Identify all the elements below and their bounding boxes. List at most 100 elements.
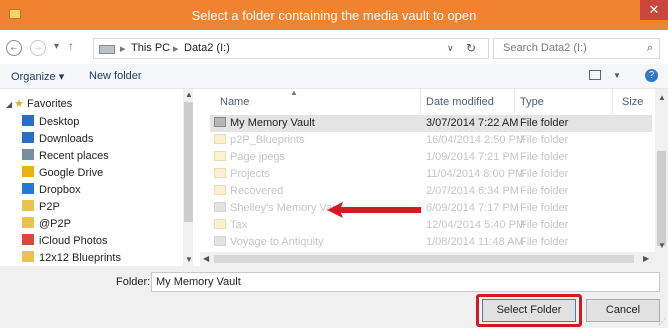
file-date: 1/08/2014 11:48 AM xyxy=(426,236,524,248)
recent-places-icon xyxy=(22,149,34,160)
file-date: 11/04/2014 8:00 PM xyxy=(426,168,525,180)
file-name: Voyage to Antiquity xyxy=(214,236,324,248)
file-row[interactable]: Page jpegs 1/09/2014 7:21 PM File folder xyxy=(210,149,652,166)
recent-locations-button[interactable]: ▾ xyxy=(54,41,59,52)
folder-icon xyxy=(214,134,226,144)
command-toolbar: Organize ▾ New folder ▼ ? xyxy=(0,64,668,89)
file-row[interactable]: Recovered 2/07/2014 6:34 PM File folder xyxy=(210,183,652,200)
breadcrumb-this-pc[interactable]: This PC xyxy=(131,42,170,54)
scroll-up-icon[interactable]: ▲ xyxy=(658,93,666,102)
expand-arrow-icon[interactable]: ◢ xyxy=(6,100,12,109)
file-name-text: p2P_Blueprints xyxy=(230,134,305,146)
column-header-date[interactable]: Date modified xyxy=(426,96,494,108)
red-highlight-box xyxy=(476,294,582,327)
file-name-text: Projects xyxy=(230,168,270,180)
file-name: Shelley's Memory Vault xyxy=(214,202,344,214)
horizontal-scroll-thumb[interactable] xyxy=(214,255,634,263)
chevron-down-icon[interactable]: ∨ xyxy=(447,43,454,54)
refresh-icon[interactable]: ↻ xyxy=(466,41,476,55)
file-name-text: My Memory Vault xyxy=(230,117,315,129)
file-name: Projects xyxy=(214,168,270,180)
up-button[interactable]: ↑ xyxy=(68,39,74,53)
file-name: Recovered xyxy=(214,185,283,197)
cancel-button[interactable]: Cancel xyxy=(586,299,660,322)
file-name: My Memory Vault xyxy=(214,117,315,129)
sidebar-item[interactable]: 12x12 Blueprints xyxy=(22,251,121,267)
column-divider[interactable] xyxy=(514,89,515,114)
breadcrumb-separator: ▸ xyxy=(120,43,126,55)
organize-button[interactable]: Organize ▾ xyxy=(11,70,64,83)
forward-button[interactable]: → xyxy=(30,40,46,56)
address-bar[interactable]: ▸ This PC ▸ Data2 (I:) ∨ ↻ xyxy=(93,38,489,59)
file-row[interactable]: My Memory Vault 3/07/2014 7:22 AM File fol… xyxy=(210,115,652,132)
folder-icon xyxy=(214,219,226,229)
folder-label: Folder: xyxy=(116,276,151,288)
folder-input[interactable]: My Memory Vault xyxy=(151,272,660,292)
vault-folder-icon xyxy=(214,236,226,246)
file-date: 12/04/2014 5:40 PM xyxy=(426,219,526,231)
file-type: File folder xyxy=(520,117,569,129)
scroll-down-icon[interactable]: ▼ xyxy=(185,255,193,264)
scroll-left-icon[interactable]: ◀ xyxy=(203,254,209,263)
view-options-icon[interactable] xyxy=(589,70,601,80)
sidebar-item-label: P2P xyxy=(39,201,60,213)
title-bar: Select a folder containing the media vau… xyxy=(0,0,668,30)
file-row[interactable]: Projects 11/04/2014 8:00 PM File folder xyxy=(210,166,652,183)
navigation-bar: ← → ▾ ↑ ▸ This PC ▸ Data2 (I:) ∨ ↻ Searc… xyxy=(0,30,668,64)
search-icon[interactable]: ⌕ xyxy=(647,42,653,55)
file-name-text: Tax xyxy=(230,219,248,231)
sidebar-item[interactable]: Dropbox xyxy=(22,183,81,199)
window-title: Select a folder containing the media vau… xyxy=(191,8,477,23)
file-list-scroll-thumb[interactable] xyxy=(657,151,666,246)
dialog-footer: Folder: My Memory Vault Select Folder Ca… xyxy=(0,266,668,328)
sidebar-item[interactable]: Recent places xyxy=(22,149,109,165)
sidebar-item[interactable]: P2P xyxy=(22,200,60,216)
file-type: File folder xyxy=(520,219,569,231)
file-row[interactable]: Shelley's Memory Vault 6/09/2014 7:17 PM F… xyxy=(210,200,652,217)
help-icon[interactable]: ? xyxy=(645,69,658,82)
file-date: 2/07/2014 6:34 PM xyxy=(426,185,519,197)
vault-folder-icon xyxy=(214,117,226,127)
icloud-photos-icon xyxy=(22,234,34,245)
column-header-size[interactable]: Size xyxy=(622,96,643,108)
file-name-text: Recovered xyxy=(230,185,284,197)
file-type: File folder xyxy=(520,236,569,248)
new-folder-button[interactable]: New folder xyxy=(89,70,142,82)
folder-icon xyxy=(214,185,226,195)
sidebar-item-label: 12x12 Blueprints xyxy=(39,252,121,264)
sidebar-item[interactable]: @P2P xyxy=(22,217,71,233)
back-button[interactable]: ← xyxy=(6,40,22,56)
sidebar-item-label: @P2P xyxy=(39,218,71,230)
close-button[interactable]: ✕ xyxy=(640,0,668,20)
file-name: Tax xyxy=(214,219,247,231)
column-divider[interactable] xyxy=(612,89,613,114)
column-header-name[interactable]: Name xyxy=(220,96,249,108)
file-name: Page jpegs xyxy=(214,151,285,163)
file-date: 1/09/2014 7:21 PM xyxy=(426,151,519,163)
resize-grip-icon[interactable]: ⋰ xyxy=(658,317,666,326)
nav-pane-scroll-thumb[interactable] xyxy=(184,102,193,222)
breadcrumb-data2[interactable]: Data2 (I:) xyxy=(184,42,230,54)
file-row[interactable]: Voyage to Antiquity 1/08/2014 11:48 AM Fil… xyxy=(210,234,652,251)
search-input[interactable]: Search Data2 (I:) ⌕ xyxy=(493,38,660,59)
file-type: File folder xyxy=(520,185,569,197)
file-name-text: Page jpegs xyxy=(230,151,286,163)
file-row[interactable]: p2P_Blueprints 16/04/2014 2:50 PM File fol… xyxy=(210,132,652,149)
sidebar-item[interactable]: Downloads xyxy=(22,132,93,148)
scroll-down-icon[interactable]: ▼ xyxy=(658,241,666,250)
sidebar-item-label: Downloads xyxy=(39,133,94,145)
column-divider[interactable] xyxy=(420,89,421,114)
sidebar-item[interactable]: iCloud Photos xyxy=(22,234,108,250)
sidebar-item[interactable]: Desktop xyxy=(22,115,79,131)
scroll-up-icon[interactable]: ▲ xyxy=(185,90,193,99)
folder-icon xyxy=(214,151,226,161)
sidebar-item[interactable]: Google Drive xyxy=(22,166,103,182)
favorites-header[interactable]: ◢ ★ Favorites xyxy=(6,97,72,110)
column-header-type[interactable]: Type xyxy=(520,96,544,108)
scroll-right-icon[interactable]: ▶ xyxy=(643,254,649,263)
drive-icon xyxy=(99,45,115,54)
file-type: File folder xyxy=(520,134,569,146)
file-row[interactable]: Tax 12/04/2014 5:40 PM File folder xyxy=(210,217,652,234)
vault-folder-icon xyxy=(214,202,226,212)
chevron-down-icon[interactable]: ▼ xyxy=(613,71,621,80)
